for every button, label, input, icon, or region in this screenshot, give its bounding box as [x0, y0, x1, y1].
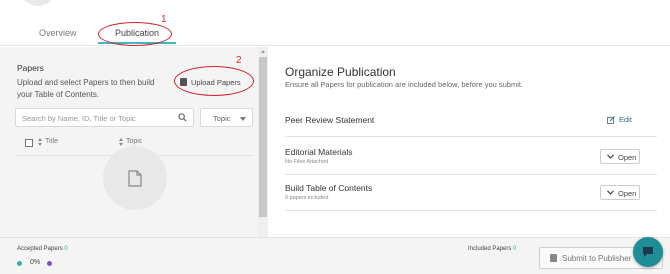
chat-button[interactable]	[633, 237, 663, 267]
topic-filter-label: Topic	[213, 114, 231, 123]
organize-subtitle: Ensure all Papers for publication are in…	[285, 80, 524, 89]
column-topic[interactable]: Topic	[126, 138, 142, 145]
section-title: Build Table of Contents	[285, 183, 373, 193]
annotation-ellipse-2	[174, 66, 254, 96]
annotation-ellipse-1	[98, 22, 172, 46]
accepted-count: 0	[64, 246, 68, 252]
search-box	[15, 108, 194, 127]
included-label: Included Papers	[468, 246, 512, 252]
included-papers: Included Papers 0	[468, 246, 516, 252]
progress-percent: 0%	[30, 259, 41, 266]
footer: Accepted Papers 0 0% Included Papers 0 S…	[0, 237, 670, 274]
open-editorial-button[interactable]: Open	[600, 149, 640, 164]
section-title: Editorial Materials	[285, 147, 353, 157]
column-title[interactable]: Title	[45, 138, 58, 145]
scrollbar[interactable]	[258, 47, 268, 237]
scroll-up-icon[interactable]	[261, 50, 265, 53]
annotation-number-1: 1	[161, 14, 167, 25]
chat-icon	[643, 247, 653, 257]
chevron-down-icon	[240, 117, 246, 121]
document-icon	[128, 170, 142, 187]
search-input[interactable]	[22, 112, 172, 124]
organize-title: Organize Publication	[285, 65, 396, 79]
accepted-label: Accepted Papers	[17, 246, 63, 252]
included-count: 0	[513, 246, 517, 252]
organize-panel: Organize Publication Ensure all Papers f…	[268, 47, 670, 237]
document-icon	[550, 254, 557, 262]
select-all-checkbox[interactable]	[25, 139, 33, 147]
chevron-down-icon	[607, 190, 614, 195]
papers-description: Upload and select Papers to then build y…	[17, 78, 155, 99]
avatar	[20, 0, 56, 6]
submit-label: Submit to Publisher	[562, 254, 632, 263]
open-label: Open	[618, 153, 637, 162]
sort-icon[interactable]	[119, 138, 123, 146]
annotation-number-2: 2	[236, 55, 242, 66]
sort-icon[interactable]	[38, 138, 42, 146]
section-peer-review: Peer Review Statement Edit	[285, 103, 657, 137]
edit-button[interactable]: Edit	[607, 115, 632, 124]
chevron-down-icon	[607, 154, 614, 159]
section-table-of-contents: Build Table of Contents 0 papers include…	[285, 175, 657, 211]
section-editorial-materials: Editorial Materials No Files Attached Op…	[285, 139, 657, 175]
section-subtitle: 0 papers included	[285, 195, 329, 201]
papers-title: Papers	[17, 63, 44, 73]
edit-label: Edit	[619, 115, 632, 124]
open-label: Open	[618, 189, 637, 198]
search-icon[interactable]	[178, 113, 187, 122]
section-title: Peer Review Statement	[285, 115, 375, 125]
tab-overview[interactable]: Overview	[39, 28, 77, 38]
section-subtitle: No Files Attached	[285, 159, 329, 165]
open-toc-button[interactable]: Open	[600, 185, 640, 200]
topic-filter-select[interactable]: Topic	[200, 108, 253, 127]
progress-dot-green	[17, 261, 22, 266]
pencil-icon	[607, 115, 615, 124]
accepted-papers: Accepted Papers 0	[17, 246, 68, 252]
progress-dot-purple	[47, 261, 52, 266]
scrollbar-thumb[interactable]	[259, 57, 267, 217]
